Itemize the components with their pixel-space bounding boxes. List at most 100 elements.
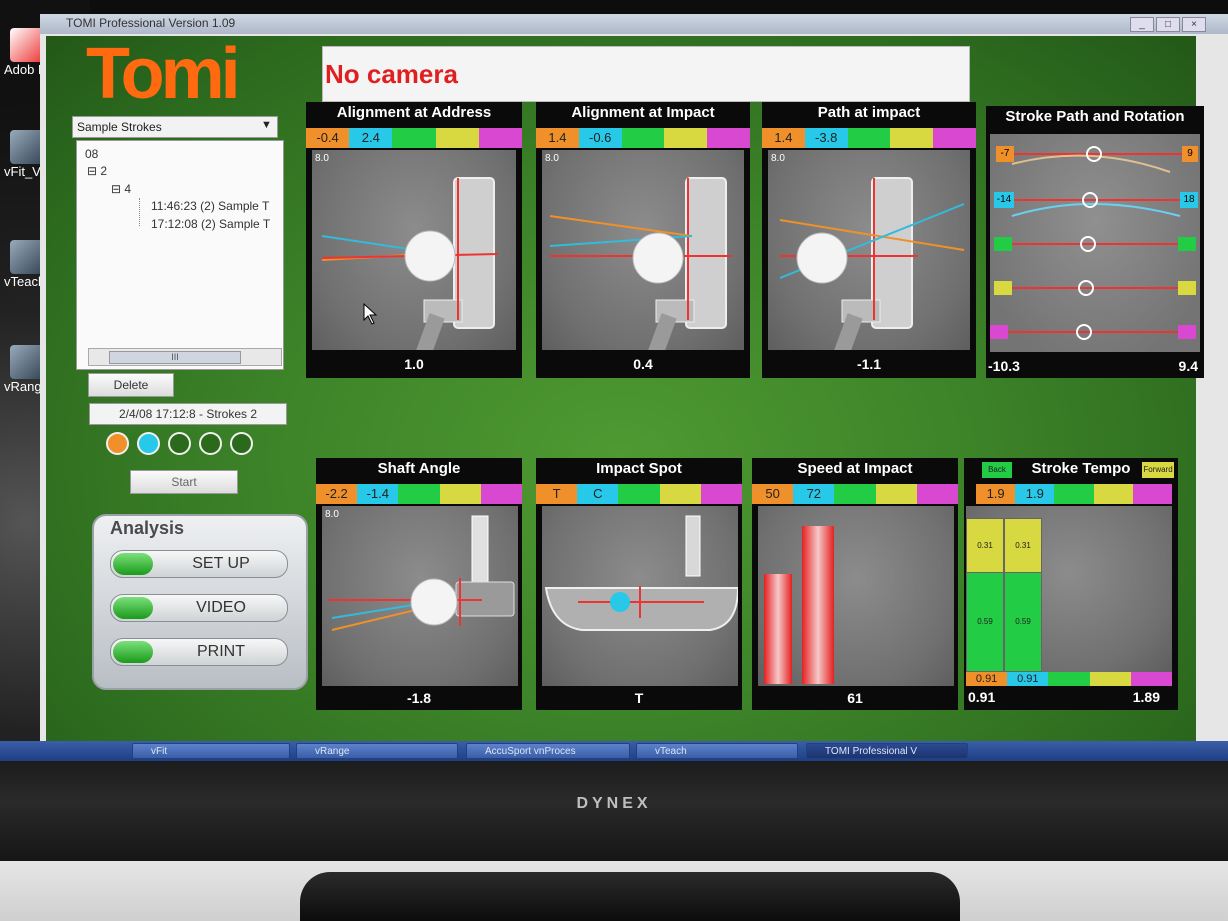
color-strip: 1.4 -0.6 (536, 128, 750, 148)
vteach-icon (10, 240, 44, 274)
shaft (471, 515, 489, 589)
tempo-view: 0.31 0.59 0.31 0.59 (966, 506, 1172, 672)
empty-stroke-dot[interactable] (230, 432, 253, 455)
min-value: -10.3 (988, 358, 1020, 374)
magenta-swatch (478, 128, 523, 148)
magenta-swatch (916, 484, 959, 504)
minimize-button[interactable]: _ (1130, 17, 1154, 32)
panel-value: 61 (847, 690, 863, 706)
video-button[interactable]: VIDEO (110, 594, 288, 622)
tree-item-stroke[interactable]: 17:12:08 (2) Sample T (151, 217, 270, 231)
tempo-left-value: 0.91 (968, 689, 996, 705)
tree-connector (139, 198, 150, 226)
cyan-value: -1.4 (357, 484, 399, 504)
green-swatch (1048, 672, 1090, 686)
green-swatch (621, 128, 665, 148)
cyan-value: 0.91 (1007, 672, 1049, 686)
cyan-value: 72 (793, 484, 835, 504)
panel-title: Alignment at Impact (571, 104, 715, 121)
panel-title: Shaft Angle (377, 460, 461, 477)
orange-path-curve (1011, 154, 1171, 173)
green-swatch (994, 237, 1012, 251)
empty-stroke-dot[interactable] (168, 432, 191, 455)
orange-speed-bar (764, 574, 792, 684)
panel-value: T (634, 690, 644, 706)
setup-button[interactable]: SET UP (110, 550, 288, 578)
window-title: TOMI Professional Version 1.09 (66, 16, 236, 30)
magenta-swatch (480, 484, 523, 504)
putter-diagram (321, 177, 499, 357)
yellow-swatch (1093, 484, 1133, 504)
magenta-swatch (707, 128, 750, 148)
taskbar-item-vrange[interactable]: vRange (296, 743, 458, 759)
cyan-value: -3.8 (804, 128, 848, 148)
stroke-select[interactable]: Sample Strokes ▼ (72, 116, 278, 138)
maximize-button[interactable]: □ (1156, 17, 1180, 32)
green-pill-icon (113, 597, 153, 619)
panel-title: Stroke Path and Rotation (1005, 108, 1185, 125)
empty-stroke-dot[interactable] (199, 432, 222, 455)
taskbar-item-vfit[interactable]: vFit (132, 743, 290, 759)
taskbar-item-vteach[interactable]: vTeach (636, 743, 798, 759)
green-swatch (834, 484, 876, 504)
panel-title: Alignment at Address (336, 104, 492, 121)
magenta-swatch (1178, 325, 1196, 339)
camera-status-text: No camera (325, 59, 458, 89)
cyan-stroke-dot[interactable] (137, 432, 160, 455)
yellow-swatch (875, 484, 917, 504)
monitor-brand: DYNEX (576, 795, 652, 812)
impact-spot-panel: Impact Spot T C T (536, 458, 743, 710)
green-swatch (392, 128, 436, 148)
start-button[interactable]: Start (130, 470, 238, 494)
taskbar-item-tomi[interactable]: TOMI Professional V (806, 743, 968, 759)
magenta-swatch (1130, 672, 1173, 686)
stroke-tree[interactable]: 08 ⊟ 2 ⊟ 4 11:46:23 (2) Sample T 17:12:0… (76, 140, 284, 370)
path-impact-panel: Path at impact 1.4 -3.8 8.0 -1.1 (762, 102, 976, 378)
video-button-label: VIDEO (196, 599, 246, 616)
speed-bars (764, 526, 834, 684)
row1-right-value: 9 (1182, 146, 1198, 162)
magenta-swatch (933, 128, 976, 148)
scrollbar-thumb[interactable]: III (109, 351, 241, 364)
green-pill-icon (113, 641, 153, 663)
tree-node-level2[interactable]: ⊟ 4 (111, 182, 131, 196)
golf-ball (404, 230, 456, 282)
yellow-swatch (1178, 281, 1196, 295)
shaft-view: 8.0 (322, 506, 518, 686)
color-strip: 1.4 -3.8 (762, 128, 976, 148)
tree-node-level1[interactable]: ⊟ 2 (87, 164, 107, 178)
orange-value: 50 (752, 484, 794, 504)
green-pill-icon (113, 553, 153, 575)
orange-stroke-dot[interactable] (106, 432, 129, 455)
alignment-address-panel: Alignment at Address -0.4 2.4 8.0 1.0 (306, 102, 523, 378)
delete-button[interactable]: Delete (88, 373, 174, 397)
orange-value: 1.4 (762, 128, 805, 148)
stroke-select-value: Sample Strokes (77, 120, 162, 134)
orange-value: 0.91 (966, 672, 1008, 686)
taskbar-item-accusport[interactable]: AccuSport vnProces (466, 743, 630, 759)
tree-item-stroke[interactable]: 11:46:23 (2) Sample T (151, 199, 269, 213)
impact-face-view (542, 506, 740, 686)
panel-value: -1.1 (856, 356, 882, 372)
color-strip: T C (536, 484, 743, 504)
forward-label: Forward (1142, 462, 1174, 478)
print-button[interactable]: PRINT (110, 638, 288, 666)
title-bar[interactable]: TOMI Professional Version 1.09 _ □ × (40, 14, 1228, 34)
golf-ball (410, 578, 458, 626)
cyan-value: 1.9 (1015, 484, 1055, 504)
tree-node-root[interactable]: 08 (85, 147, 98, 161)
color-strip: -0.4 2.4 (306, 128, 523, 148)
taskbar: vFit vRange AccuSport vnProces vTeach TO… (0, 741, 1228, 761)
impact-spot-marker (610, 592, 630, 612)
yellow-swatch (664, 128, 708, 148)
yellow-swatch (1089, 672, 1131, 686)
cyan-value: -0.6 (578, 128, 622, 148)
tempo-right-value: 1.89 (1132, 689, 1160, 705)
green-swatch (1054, 484, 1094, 504)
golf-ball (796, 232, 848, 284)
tree-horizontal-scrollbar[interactable]: III (88, 348, 282, 366)
chevron-down-icon[interactable]: ▼ (261, 119, 272, 131)
close-button[interactable]: × (1182, 17, 1206, 32)
putter-shaft (647, 313, 677, 357)
row2-left-value: -14 (994, 192, 1014, 208)
